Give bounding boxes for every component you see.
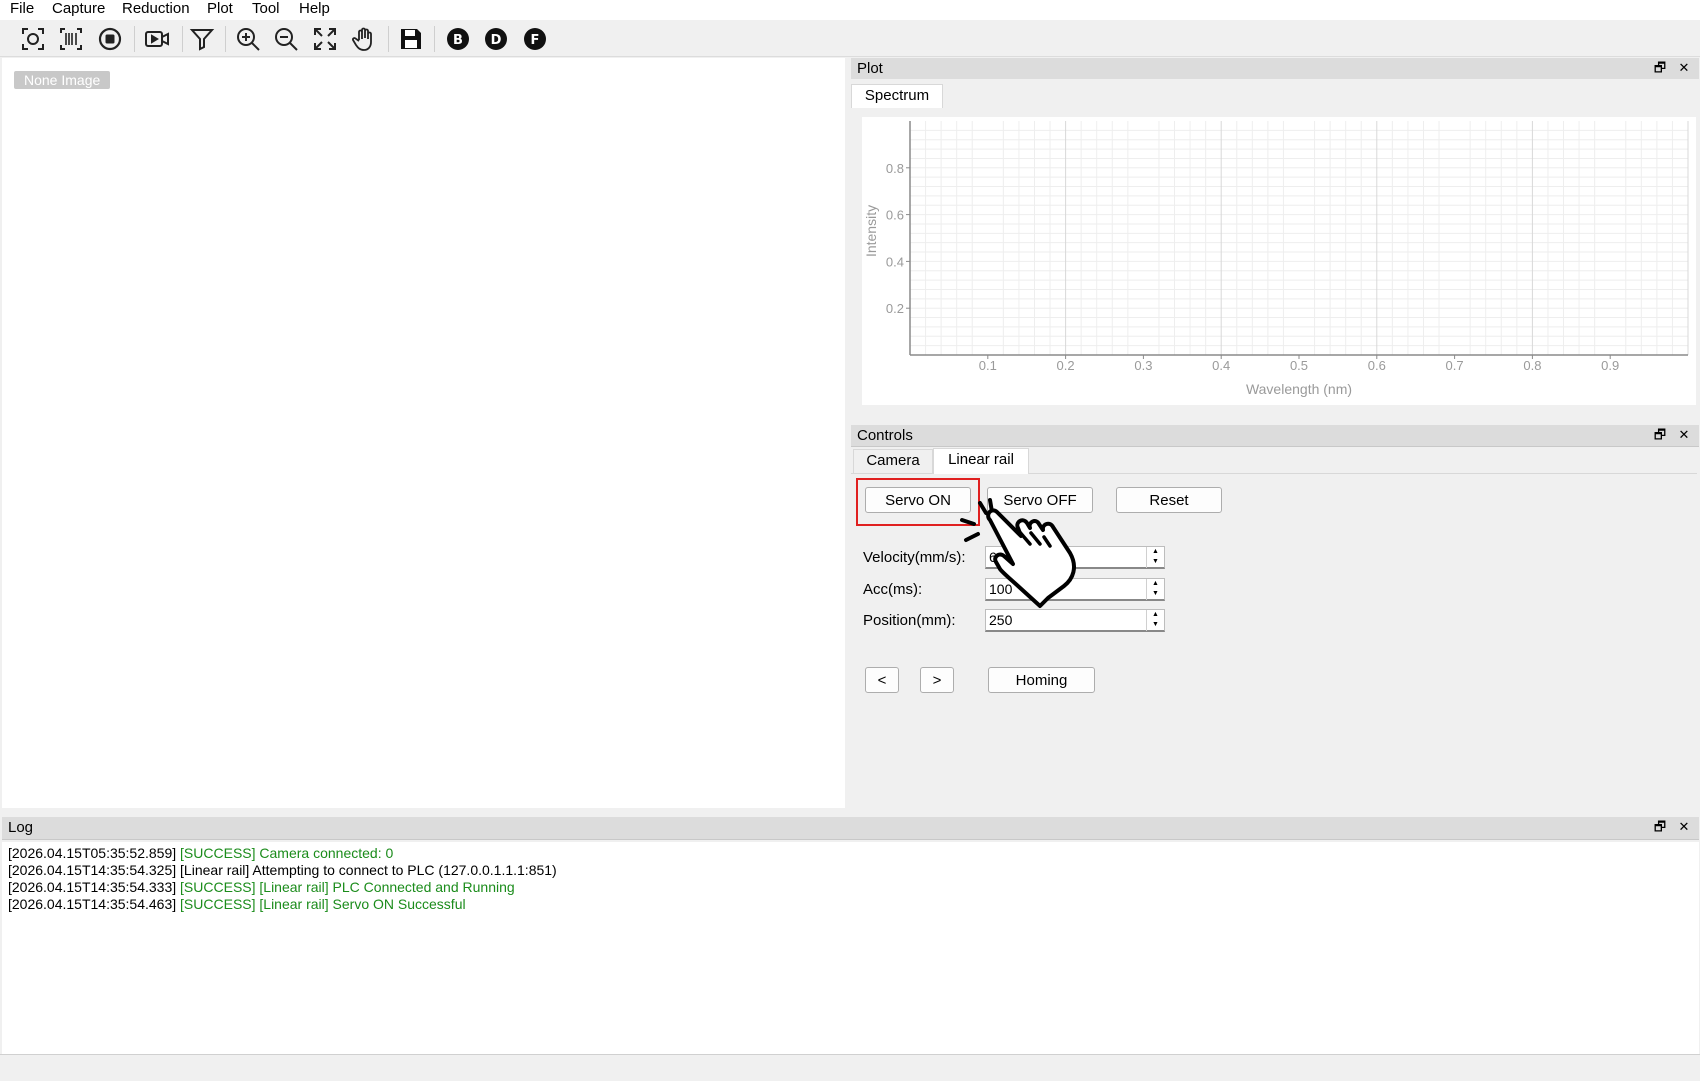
pan-hand-icon[interactable] — [349, 24, 379, 54]
y-tick-label: 0.2 — [886, 301, 904, 316]
menu-tool[interactable]: Tool — [252, 0, 280, 20]
homing-button[interactable]: Homing — [988, 667, 1095, 693]
menu-help[interactable]: Help — [299, 0, 330, 20]
acc-label: Acc(ms): — [863, 581, 923, 598]
zoom-out-icon[interactable] — [271, 24, 301, 54]
menu-file[interactable]: File — [10, 0, 34, 20]
x-tick-label: 0.6 — [1368, 358, 1386, 373]
log-timestamp: [2026.04.15T14:35:54.463] — [8, 896, 177, 912]
jog-left-button[interactable]: < — [865, 667, 899, 693]
log-message: [SUCCESS] [Linear rail] Servo ON Success… — [180, 896, 466, 912]
spin-down-icon[interactable]: ▼ — [1147, 620, 1164, 630]
pointer-hand-icon — [960, 498, 1076, 608]
tab-camera[interactable]: Camera — [853, 449, 933, 473]
menu-capture[interactable]: Capture — [52, 0, 105, 20]
x-axis-label: Wavelength (nm) — [1246, 381, 1352, 397]
controls-dock-title: Controls 🗗 ✕ — [851, 425, 1699, 447]
spin-down-icon[interactable]: ▼ — [1147, 589, 1164, 599]
menu-plot[interactable]: Plot — [207, 0, 233, 20]
svg-text:F: F — [531, 33, 540, 48]
log-line: [2026.04.15T14:35:54.463] [SUCCESS] [Lin… — [8, 896, 466, 912]
float-icon[interactable]: 🗗 — [1653, 61, 1667, 75]
x-tick-label: 0.2 — [1057, 358, 1075, 373]
spin-down-icon[interactable]: ▼ — [1147, 557, 1164, 567]
x-tick-label: 0.5 — [1290, 358, 1308, 373]
d-circle-icon[interactable]: D — [481, 24, 511, 54]
svg-text:D: D — [491, 33, 502, 48]
log-line: [2026.04.15T05:35:52.859] [SUCCESS] Came… — [8, 845, 393, 861]
status-bar — [0, 1054, 1700, 1081]
y-tick-label: 0.8 — [886, 161, 904, 176]
capture-icon[interactable] — [18, 24, 48, 54]
toolbar-separator — [434, 26, 435, 52]
svg-text:B: B — [453, 33, 463, 48]
close-icon[interactable]: ✕ — [1677, 428, 1691, 442]
log-message: [SUCCESS] [Linear rail] PLC Connected an… — [180, 879, 515, 895]
spin-up-icon[interactable]: ▲ — [1147, 579, 1164, 589]
fit-screen-icon[interactable] — [310, 24, 340, 54]
log-timestamp: [2026.04.15T05:35:52.859] — [8, 845, 177, 861]
toolbar-separator — [225, 26, 226, 52]
spectrum-plot[interactable]: 0.1 0.2 0.3 0.4 0.5 0.6 0.7 0.8 0.9 0.2 0.4 0.6 0.8 W… — [862, 117, 1696, 405]
reset-button[interactable]: Reset — [1116, 487, 1222, 513]
toolbar-separator — [388, 26, 389, 52]
x-tick-label: 0.4 — [1212, 358, 1230, 373]
toolbar: B D F — [0, 20, 1700, 57]
log-line: [2026.04.15T14:35:54.325] [Linear rail] … — [8, 862, 557, 878]
velocity-label: Velocity(mm/s): — [863, 549, 966, 566]
spin-up-icon[interactable]: ▲ — [1147, 547, 1164, 557]
tab-linear-rail[interactable]: Linear rail — [933, 448, 1029, 474]
y-tick-label: 0.4 — [886, 254, 904, 269]
zoom-in-icon[interactable] — [233, 24, 263, 54]
log-timestamp: [2026.04.15T14:35:54.333] — [8, 879, 177, 895]
save-icon[interactable] — [396, 24, 426, 54]
spectrum-chart: 0.1 0.2 0.3 0.4 0.5 0.6 0.7 0.8 0.9 0.2 0.4 0.6 0.8 W… — [863, 121, 1689, 397]
none-image-label: None Image — [14, 71, 111, 89]
image-view[interactable]: None Image — [2, 58, 845, 808]
log-message: [Linear rail] Attempting to connect to P… — [180, 862, 557, 878]
float-icon[interactable]: 🗗 — [1653, 820, 1667, 834]
spin-up-icon[interactable]: ▲ — [1147, 610, 1164, 620]
plot-dock-label: Plot — [857, 60, 883, 77]
menu-reduction[interactable]: Reduction — [122, 0, 190, 20]
log-dock-title: Log 🗗 ✕ — [2, 817, 1699, 840]
toolbar-separator — [134, 26, 135, 52]
x-tick-label: 0.3 — [1134, 358, 1152, 373]
log-dock-label: Log — [8, 819, 34, 836]
menu-bar: File Capture Reduction Plot Tool Help — [0, 0, 1700, 20]
stop-icon[interactable] — [95, 24, 125, 54]
tab-spectrum[interactable]: Spectrum — [851, 84, 943, 108]
float-icon[interactable]: 🗗 — [1653, 428, 1667, 442]
jog-right-button[interactable]: > — [920, 667, 954, 693]
log-timestamp: [2026.04.15T14:35:54.325] — [8, 862, 177, 878]
f-circle-icon[interactable]: F — [520, 24, 550, 54]
close-icon[interactable]: ✕ — [1677, 61, 1691, 75]
log-line: [2026.04.15T14:35:54.333] [SUCCESS] [Lin… — [8, 879, 515, 895]
x-tick-label: 0.7 — [1446, 358, 1464, 373]
b-circle-icon[interactable]: B — [443, 24, 473, 54]
video-camera-icon[interactable] — [142, 24, 172, 54]
y-axis-label: Intensity — [863, 205, 879, 257]
log-view[interactable]: [2026.04.15T05:35:52.859] [SUCCESS] Came… — [2, 842, 1699, 1054]
barcode-scan-icon[interactable] — [56, 24, 86, 54]
controls-dock-label: Controls — [857, 427, 913, 444]
close-icon[interactable]: ✕ — [1677, 820, 1691, 834]
plot-dock-title: Plot 🗗 ✕ — [851, 58, 1699, 80]
toolbar-separator — [182, 26, 183, 52]
x-tick-label: 0.1 — [979, 358, 997, 373]
y-tick-label: 0.6 — [886, 208, 904, 223]
x-tick-label: 0.9 — [1601, 358, 1619, 373]
position-label: Position(mm): — [863, 612, 956, 629]
log-message: [SUCCESS] Camera connected: 0 — [180, 845, 394, 861]
x-tick-label: 0.8 — [1523, 358, 1541, 373]
filter-icon[interactable] — [187, 24, 217, 54]
